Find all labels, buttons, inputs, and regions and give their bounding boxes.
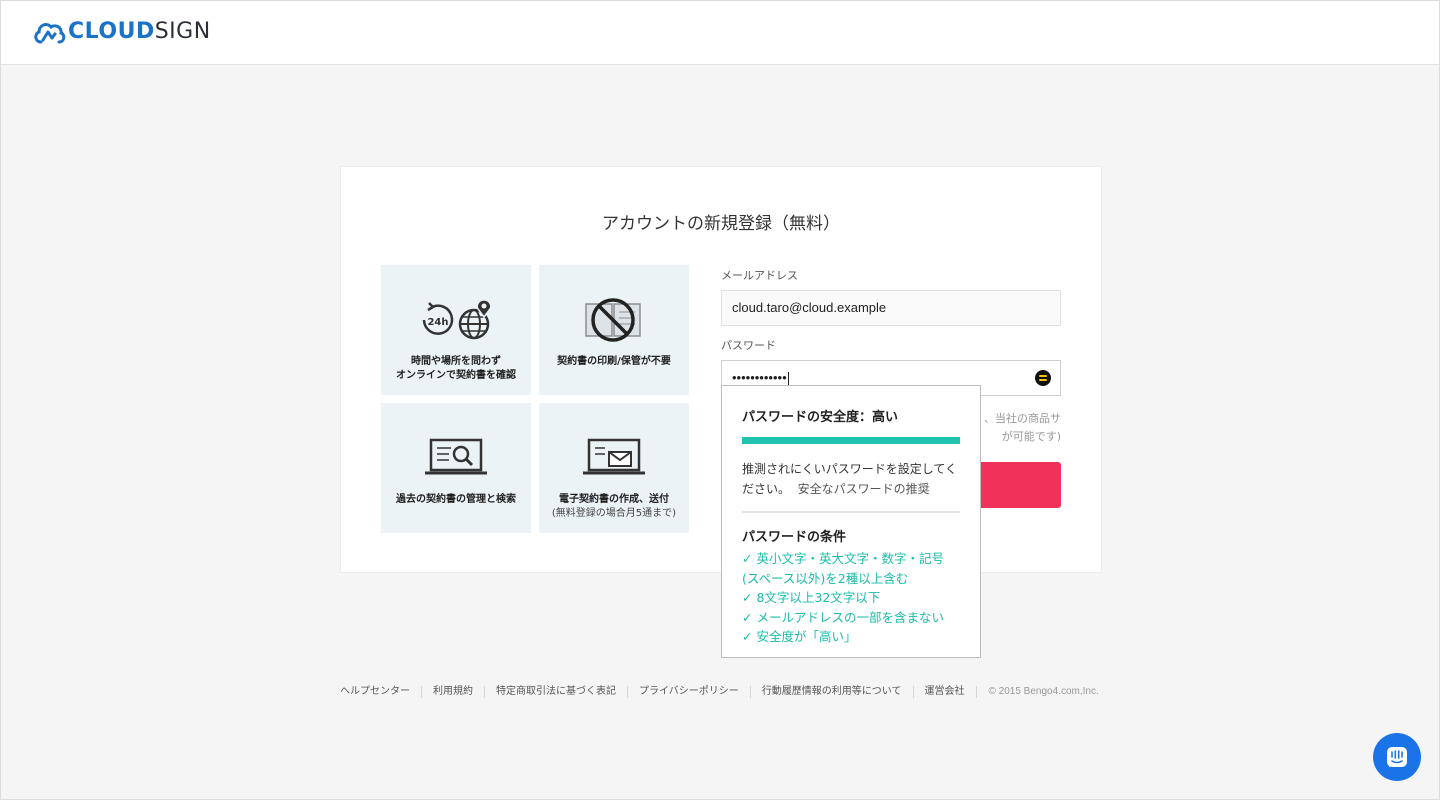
strength-title: パスワードの安全度：高い [742,410,899,425]
chat-launcher-button[interactable] [1373,733,1421,781]
cloudsign-logo[interactable]: CLOUDSIGN [32,17,211,47]
cloud-logo-icon [34,23,66,44]
feature-caption: 契約書の印刷/保管が不要 [557,356,671,367]
logo-text-light: SIGN [154,19,211,44]
logo-text: CLOUDSIGN [68,17,211,47]
logo-text-bold: CLOUD [68,19,155,44]
no-paper-icon [583,295,645,345]
laptop-mail-icon [583,433,645,483]
password-strength-popup: パスワードの安全度：高い 推測されにくいパスワードを設定してください。 安全なパ… [721,385,981,658]
conditions-title: パスワードの条件 [742,530,847,545]
feature-tile-anytime: 24h 時間や場所を問わずオンラインで契約書を確認 [381,265,531,395]
feature-caption-line: オンラインで契約書を確認 [396,370,516,381]
page-title: アカウントの新規登録（無料） [602,214,840,234]
copyright: © 2015 Bengo4.com,Inc. [975,686,1099,698]
condition-item: ✓ 英小文字・英大文字・数字・記号(スペース以外)を2種以上含む [742,551,944,586]
password-value: •••••••••••• [732,370,787,385]
feature-tile-search: 過去の契約書の管理と検索 [381,403,531,533]
feature-caption-line: 時間や場所を問わず [411,356,501,367]
terms-text-line: 、当社の商品サ [984,412,1061,425]
footer-link-privacy[interactable]: プライバシーポリシー [627,686,750,698]
clock-globe-icon: 24h [416,295,496,345]
conditions-list: ✓ 英小文字・英大文字・数字・記号(スペース以外)を2種以上含む ✓ 8文字以上… [742,549,960,647]
footer-link-commerce[interactable]: 特定商取引法に基づく表記 [484,686,627,698]
strength-bar [742,437,960,444]
email-label: メールアドレス [721,269,798,282]
password-label: パスワード [721,339,776,352]
footer-link-terms[interactable]: 利用規約 [421,686,484,698]
password-manager-icon[interactable] [1035,370,1051,386]
condition-item: ✓ 安全度が「高い」 [742,629,857,644]
terms-text-partial: 、当社の商品サが可能です) [981,410,1061,446]
feature-subcaption: (無料登録の場合月5通まで) [551,508,677,519]
feature-caption: 電子契約書の作成、送付 [559,494,669,505]
condition-item: ✓ 8文字以上32文字以下 [742,590,881,605]
svg-text:24h: 24h [427,317,448,328]
text-caret [787,371,789,386]
email-value: cloud.taro@cloud.example [732,300,887,315]
feature-tiles: 24h 時間や場所を問わず オンラインで契約書を確認 契約書の印刷/保管が不要 … [381,265,691,535]
feature-caption: 時間や場所を問わずオンラインで契約書を確認 [396,355,516,383]
header: CLOUDSIGN [1,1,1439,65]
terms-text-line: が可能です) [1001,430,1061,443]
feature-tile-paperless: 契約書の印刷/保管が不要 [539,265,689,395]
feature-tile-send: 電子契約書の作成、送付 (無料登録の場合月5通まで) [539,403,689,533]
footer-link-help[interactable]: ヘルプセンター [340,686,421,698]
condition-item: ✓ メールアドレスの一部を含まない [742,609,944,625]
divider [742,511,960,513]
chat-icon [1387,747,1407,767]
footer-link-company[interactable]: 運営会社 [912,686,976,698]
laptop-search-icon [425,433,487,483]
footer-link-behavior[interactable]: 行動履歴情報の利用等について [749,686,913,698]
recommend-link[interactable]: 安全なパスワードの推奨 [798,482,930,496]
signup-form: メールアドレス cloud.taro@cloud.example パスワード •… [721,267,1061,396]
footer: ヘルプセンター 利用規約 特定商取引法に基づく表記 プライバシーポリシー 行動履… [340,685,1102,699]
strength-description: 推測されにくいパスワードを設定してください。 安全なパスワードの推奨 [742,459,960,499]
feature-caption: 過去の契約書の管理と検索 [396,494,516,505]
email-field[interactable]: cloud.taro@cloud.example [721,290,1061,326]
